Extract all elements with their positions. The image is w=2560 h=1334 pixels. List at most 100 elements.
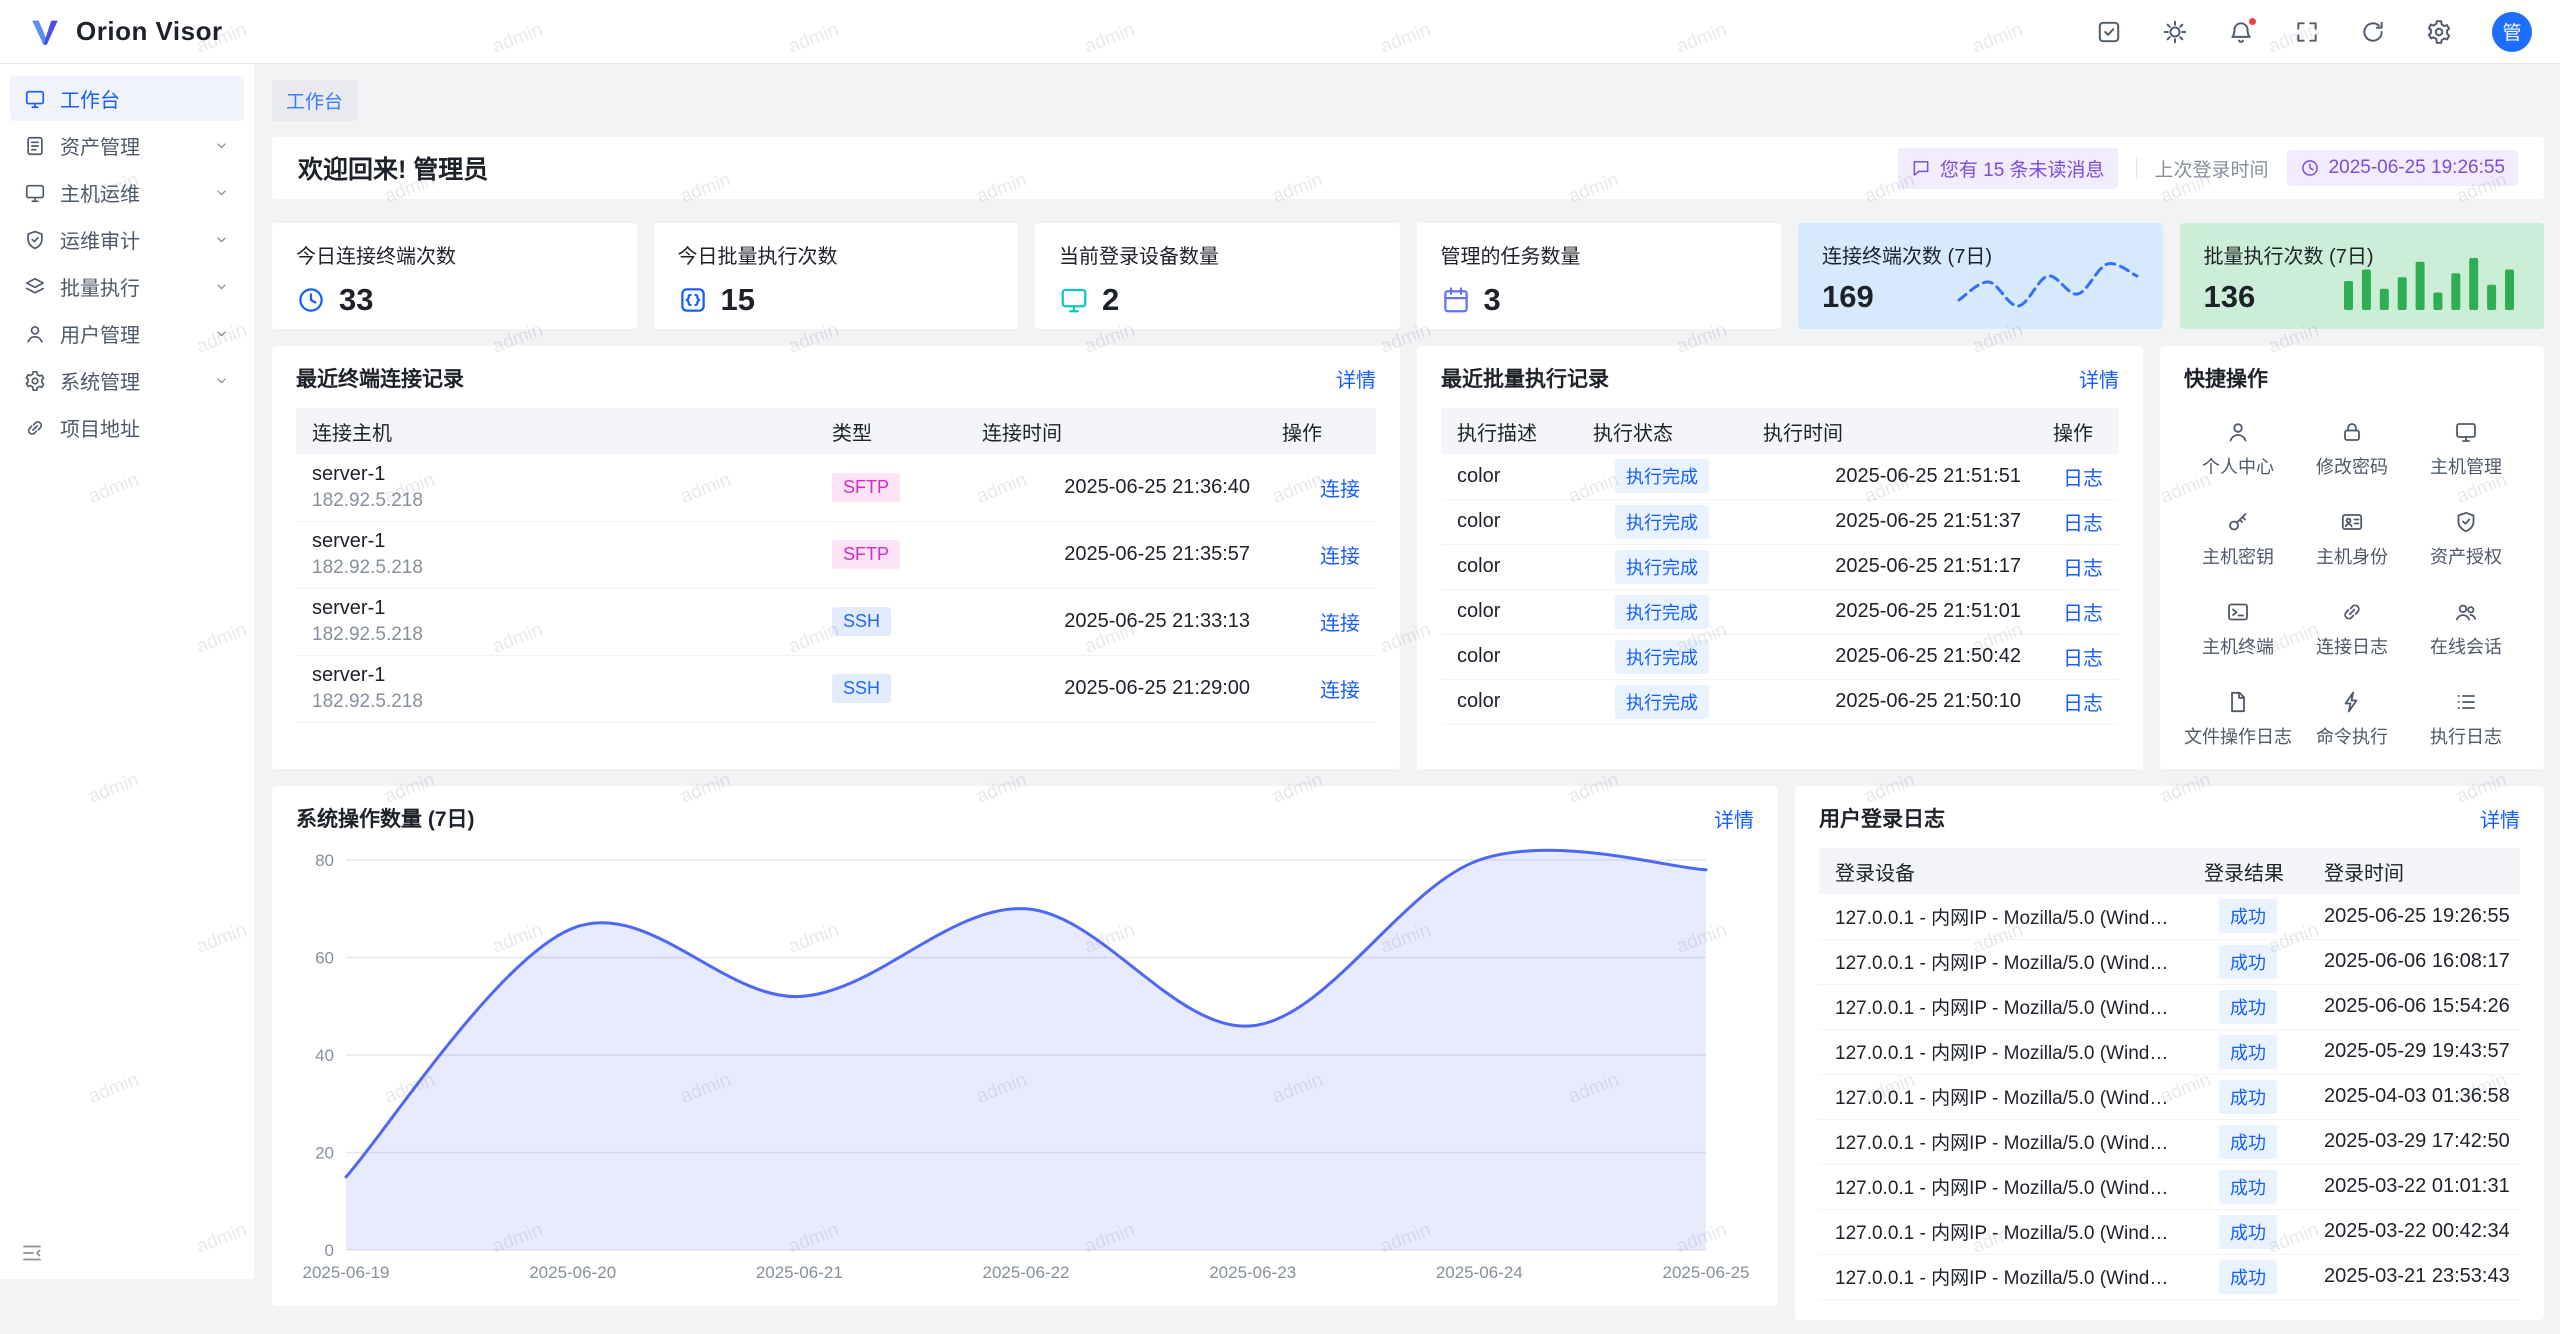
last-login-label: 上次登录时间 (2155, 155, 2269, 182)
execution-time: 2025-06-25 21:50:10 (1747, 679, 2037, 724)
sidebar-item-host-ops[interactable]: 主机运维 (10, 170, 244, 215)
system-ops-detail-link[interactable]: 详情 (1714, 804, 1754, 833)
stat-value: 3 (1484, 282, 1501, 318)
column-header: 操作 (1266, 408, 1376, 454)
app-logo-icon (28, 15, 62, 49)
quick-action-terminal[interactable]: 主机终端 (2184, 600, 2292, 659)
column-header: 类型 (816, 408, 966, 454)
executions-detail-link[interactable]: 详情 (2079, 364, 2119, 393)
log-link[interactable]: 日志 (2063, 513, 2103, 535)
quick-action-user[interactable]: 个人中心 (2184, 420, 2292, 479)
sidebar-item-label: 用户管理 (60, 319, 140, 348)
execution-time: 2025-06-25 21:51:37 (1747, 499, 2037, 544)
host-name: server-1 (312, 528, 800, 555)
protocol-badge: SFTP (832, 540, 900, 569)
stat-card-login-devices: 当前登录设备数量 2 (1035, 223, 1400, 329)
execution-desc: color (1441, 544, 1577, 589)
notification-dot (2247, 16, 2258, 27)
sidebar-item-audit[interactable]: 运维审计 (10, 217, 244, 262)
quick-action-label: 主机管理 (2430, 453, 2502, 479)
log-link[interactable]: 日志 (2063, 558, 2103, 580)
quick-action-key[interactable]: 主机密钥 (2184, 510, 2292, 569)
login-logs-table: 登录设备登录结果登录时间127.0.0.1 - 内网IP - Mozilla/5… (1819, 848, 2520, 1300)
system-ops-chart: 0204060802025-06-192025-06-202025-06-212… (296, 848, 1754, 1286)
login-log-row: 127.0.0.1 - 内网IP - Mozilla/5.0 (Windows … (1819, 984, 2520, 1029)
sidebar-item-assets[interactable]: 资产管理 (10, 123, 244, 168)
quick-action-shield[interactable]: 资产授权 (2412, 510, 2520, 569)
sidebar-item-batch-exec[interactable]: 批量执行 (10, 264, 244, 309)
quick-action-monitor[interactable]: 主机管理 (2412, 420, 2520, 479)
stat-card-today-executions: 今日批量执行次数 15 (654, 223, 1019, 329)
sidebar-menu: 工作台资产管理主机运维运维审计批量执行用户管理系统管理项目地址 (10, 76, 244, 1235)
quick-action-file[interactable]: 文件操作日志 (2184, 690, 2292, 749)
execution-time: 2025-06-25 21:51:51 (1747, 454, 2037, 499)
execution-desc: color (1441, 589, 1577, 634)
sidebar-item-label: 运维审计 (60, 225, 140, 254)
collapse-sidebar-icon[interactable] (20, 1241, 44, 1265)
quick-action-idcard[interactable]: 主机身份 (2298, 510, 2406, 569)
last-login-time: 2025-06-25 19:26:55 (2329, 157, 2505, 179)
tasks-icon[interactable] (2096, 19, 2122, 45)
quick-action-list[interactable]: 执行日志 (2412, 690, 2520, 749)
login-log-row: 127.0.0.1 - 内网IP - Mozilla/5.0 (Windows … (1819, 1164, 2520, 1209)
log-link[interactable]: 日志 (2063, 603, 2103, 625)
connect-link[interactable]: 连接 (1320, 613, 1360, 635)
theme-icon[interactable] (2162, 19, 2188, 45)
log-link[interactable]: 日志 (2063, 648, 2103, 670)
unread-messages-badge[interactable]: 您有 15 条未读消息 (1898, 148, 2118, 189)
host-ip: 182.92.5.218 (312, 689, 800, 715)
quick-action-users[interactable]: 在线会话 (2412, 600, 2520, 659)
log-link[interactable]: 日志 (2063, 468, 2103, 490)
svg-text:80: 80 (315, 851, 334, 870)
login-log-row: 127.0.0.1 - 内网IP - Mozilla/5.0 (Windows … (1819, 1254, 2520, 1299)
login-log-row: 127.0.0.1 - 内网IP - Mozilla/5.0 (Windows … (1819, 1119, 2520, 1164)
execution-time: 2025-06-25 21:50:42 (1747, 634, 2037, 679)
app-title: Orion Visor (76, 16, 223, 47)
login-logs-detail-link[interactable]: 详情 (2480, 804, 2520, 833)
connect-time: 2025-06-25 21:35:57 (966, 521, 1266, 588)
log-link[interactable]: 日志 (2063, 693, 2103, 715)
stat-value: 15 (721, 282, 755, 318)
breadcrumb-item-workbench[interactable]: 工作台 (272, 80, 357, 121)
quick-action-link[interactable]: 连接日志 (2298, 600, 2406, 659)
connection-row: server-1182.92.5.218SSH2025-06-25 21:29:… (296, 655, 1376, 722)
sidebar-item-label: 主机运维 (60, 178, 140, 207)
connect-link[interactable]: 连接 (1320, 680, 1360, 702)
login-time: 2025-03-21 23:53:43 (2308, 1254, 2520, 1299)
svg-text:2025-06-19: 2025-06-19 (303, 1263, 390, 1282)
host-name: server-1 (312, 461, 800, 488)
panel-title: 最近批量执行记录 (1441, 363, 1609, 393)
svg-text:2025-06-25: 2025-06-25 (1663, 1263, 1750, 1282)
stat-card-today-connections: 今日连接终端次数 33 (272, 223, 637, 329)
executions-table: 执行描述执行状态执行时间操作color执行完成2025-06-25 21:51:… (1441, 408, 2119, 725)
quick-action-lightning[interactable]: 命令执行 (2298, 690, 2406, 749)
settings-icon[interactable] (2426, 19, 2452, 45)
svg-text:0: 0 (325, 1241, 334, 1260)
breadcrumb: 工作台 (272, 80, 2544, 121)
refresh-icon[interactable] (2360, 19, 2386, 45)
notifications-icon[interactable] (2228, 19, 2254, 45)
connect-link[interactable]: 连接 (1320, 546, 1360, 568)
login-result-badge: 成功 (2219, 1035, 2277, 1069)
quick-action-lock[interactable]: 修改密码 (2298, 420, 2406, 479)
login-device: 127.0.0.1 - 内网IP - Mozilla/5.0 (Windows … (1819, 1119, 2188, 1164)
layers-icon (24, 276, 46, 298)
connect-link[interactable]: 连接 (1320, 479, 1360, 501)
sidebar-item-system-mgmt[interactable]: 系统管理 (10, 358, 244, 403)
login-device: 127.0.0.1 - 内网IP - Mozilla/5.0 (Windows … (1819, 894, 2188, 939)
user-avatar[interactable]: 管 (2492, 12, 2532, 52)
svg-text:2025-06-21: 2025-06-21 (756, 1263, 843, 1282)
braces-icon (678, 285, 708, 315)
login-time: 2025-03-22 00:42:34 (2308, 1209, 2520, 1254)
panel-title: 用户登录日志 (1819, 803, 1945, 833)
quick-actions-panel: 快捷操作 个人中心修改密码主机管理主机密钥主机身份资产授权主机终端连接日志在线会… (2160, 346, 2544, 769)
sidebar-item-project-link[interactable]: 项目地址 (10, 405, 244, 450)
fullscreen-icon[interactable] (2294, 19, 2320, 45)
connections-detail-link[interactable]: 详情 (1336, 364, 1376, 393)
quick-action-label: 连接日志 (2316, 633, 2388, 659)
document-icon (24, 135, 46, 157)
execution-desc: color (1441, 634, 1577, 679)
sidebar-item-workbench[interactable]: 工作台 (10, 76, 244, 121)
monitor-icon (24, 182, 46, 204)
sidebar-item-user-mgmt[interactable]: 用户管理 (10, 311, 244, 356)
